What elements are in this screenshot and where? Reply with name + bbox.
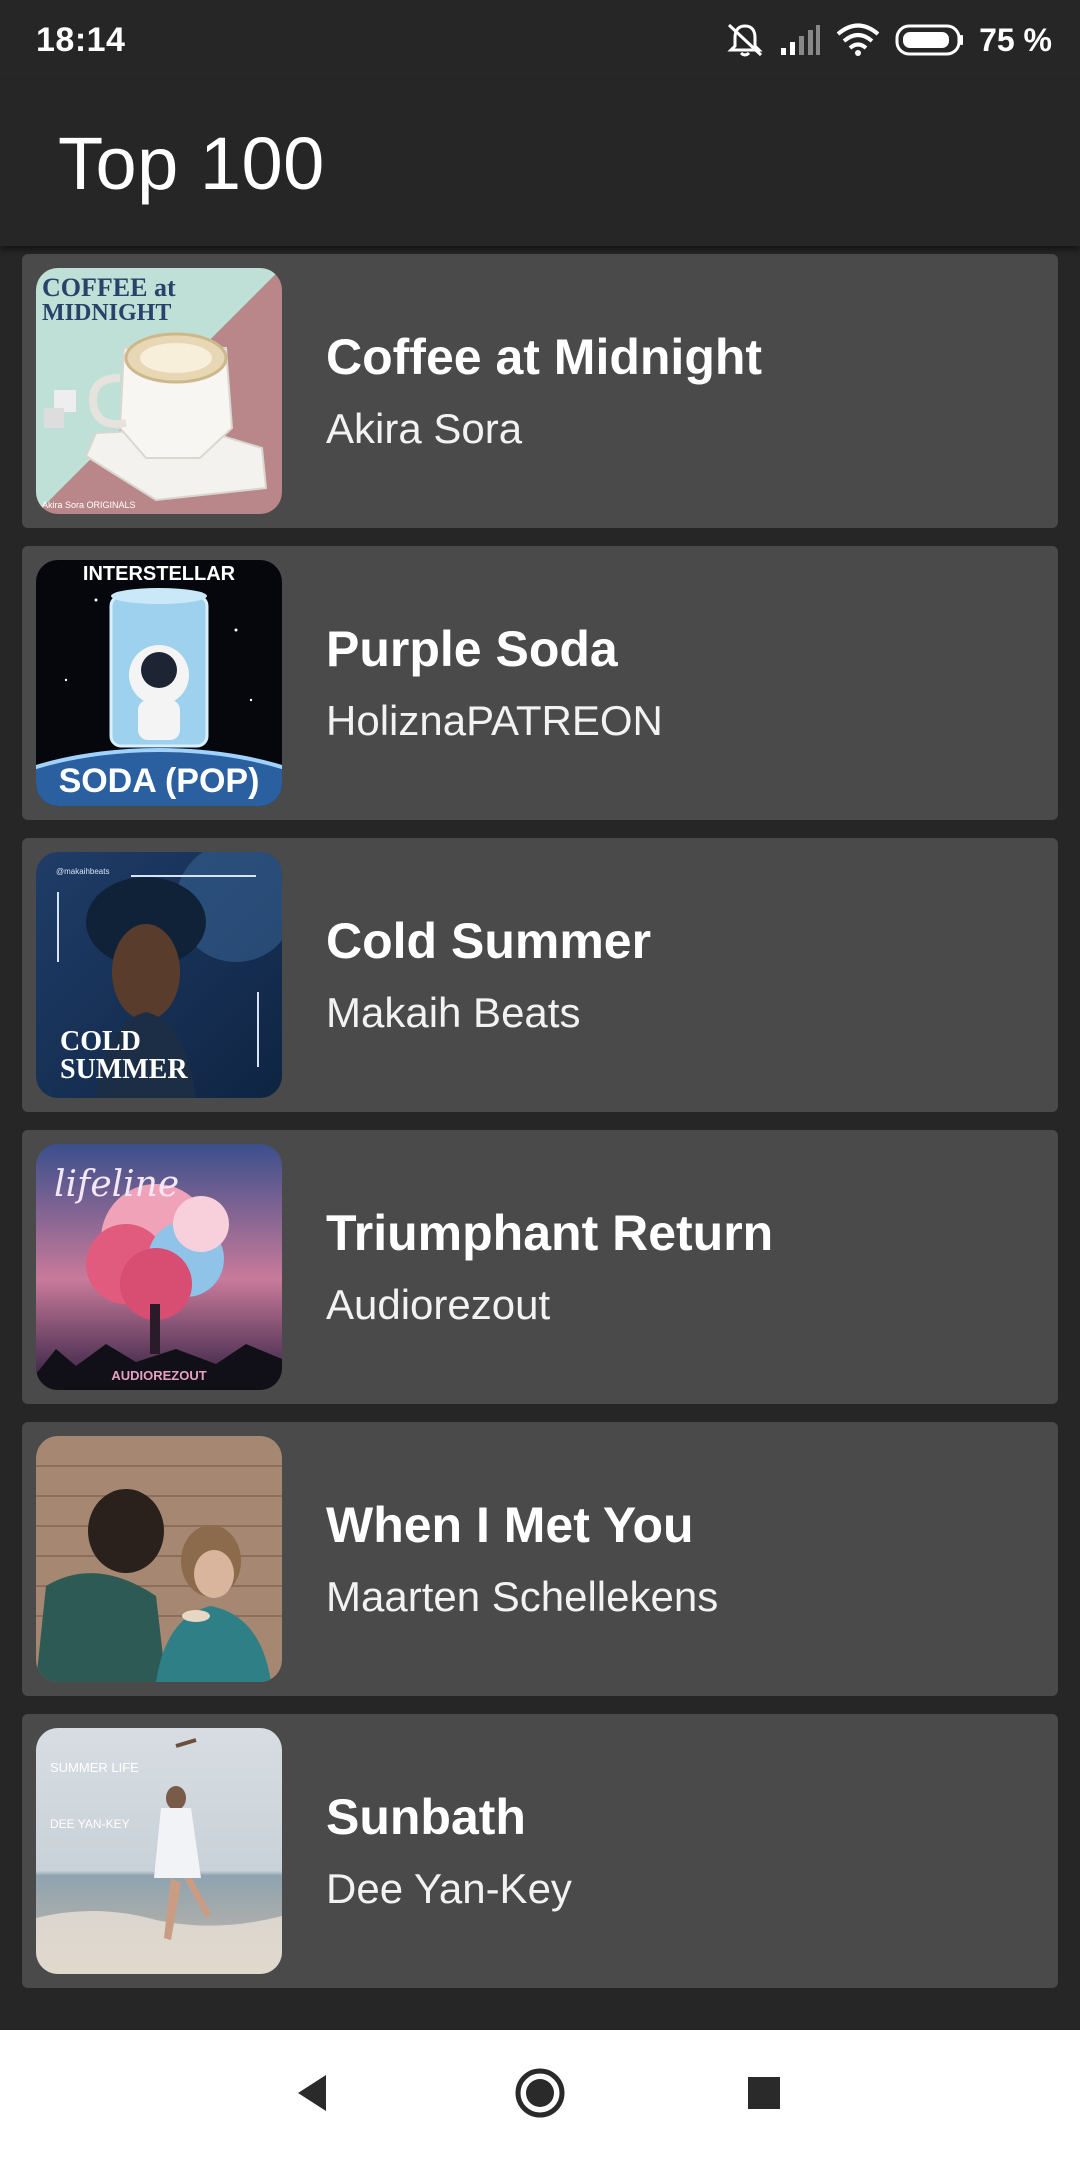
track-title: Coffee at Midnight [326,329,763,385]
battery-icon [895,23,965,57]
cover-text: COFFEE at [42,273,176,302]
cover-text: SODA (POP) [59,762,260,800]
cover-text: lifeline [54,1164,179,1205]
album-art: INTERSTELLAR SODA (POP) [36,560,282,806]
album-art: lifeline AUDIOREZOUT [36,1144,282,1390]
track-title: Purple Soda [326,621,618,677]
recents-icon [746,2075,782,2116]
album-art: @makaihbeats COLD SUMMER [36,852,282,1098]
status-time: 18:14 [36,20,126,59]
page-title: Top 100 [58,121,325,205]
back-button[interactable] [252,2030,372,2160]
home-button[interactable] [480,2030,600,2160]
cover-text: DEE YAN-KEY [50,1817,130,1831]
status-bar: 18:14 75 % [0,0,1080,80]
track-artist: Audiorezout [326,1281,551,1328]
track-card[interactable]: SUMMER LIFE DEE YAN-KEY Sunbath Dee Yan-… [22,1714,1058,1988]
back-icon [294,2073,330,2118]
cover-text: COLD [60,1026,141,1057]
track-card[interactable]: lifeline AUDIOREZOUT Triumphant Return A… [22,1130,1058,1404]
track-title: Cold Summer [326,913,652,969]
track-card[interactable]: INTERSTELLAR SODA (POP) Purple Soda Holi… [22,546,1058,820]
signal-icon [779,24,821,56]
track-title: Triumphant Return [326,1205,774,1261]
cover-text: INTERSTELLAR [83,563,236,585]
system-nav-bar [0,2030,1080,2160]
track-card[interactable]: When I Met You Maarten Schellekens [22,1422,1058,1696]
cover-text: @makaihbeats [56,867,109,876]
track-title: Sunbath [326,1789,526,1845]
recents-button[interactable] [704,2030,824,2160]
app-bar: Top 100 [0,80,1080,246]
track-title: When I Met You [326,1497,694,1553]
status-icons: 75 % [725,22,1052,59]
cover-text: Akira Sora ORIGINALS [42,500,136,510]
track-artist: Makaih Beats [326,989,581,1036]
cover-text: SUMMER [60,1054,188,1085]
track-list[interactable]: COFFEE at MIDNIGHT Akira Sora ORIGINALS … [0,254,1080,2034]
mute-icon [725,22,765,58]
battery-percent: 75 % [979,21,1052,58]
track-artist: Maarten Schellekens [326,1573,719,1620]
wifi-icon [835,23,881,57]
cover-text: SUMMER LIFE [50,1760,139,1775]
track-artist: Akira Sora [326,405,523,452]
cover-text: MIDNIGHT [42,300,171,326]
home-icon [514,2067,566,2124]
track-artist: Dee Yan-Key [326,1865,572,1912]
track-artist: HoliznaPATREON [326,697,663,744]
album-art [36,1436,282,1682]
cover-text: AUDIOREZOUT [111,1368,206,1383]
track-card[interactable]: @makaihbeats COLD SUMMER Cold Summer Mak… [22,838,1058,1112]
album-art: SUMMER LIFE DEE YAN-KEY [36,1728,282,1974]
track-card[interactable]: COFFEE at MIDNIGHT Akira Sora ORIGINALS … [22,254,1058,528]
album-art: COFFEE at MIDNIGHT Akira Sora ORIGINALS [36,268,282,514]
